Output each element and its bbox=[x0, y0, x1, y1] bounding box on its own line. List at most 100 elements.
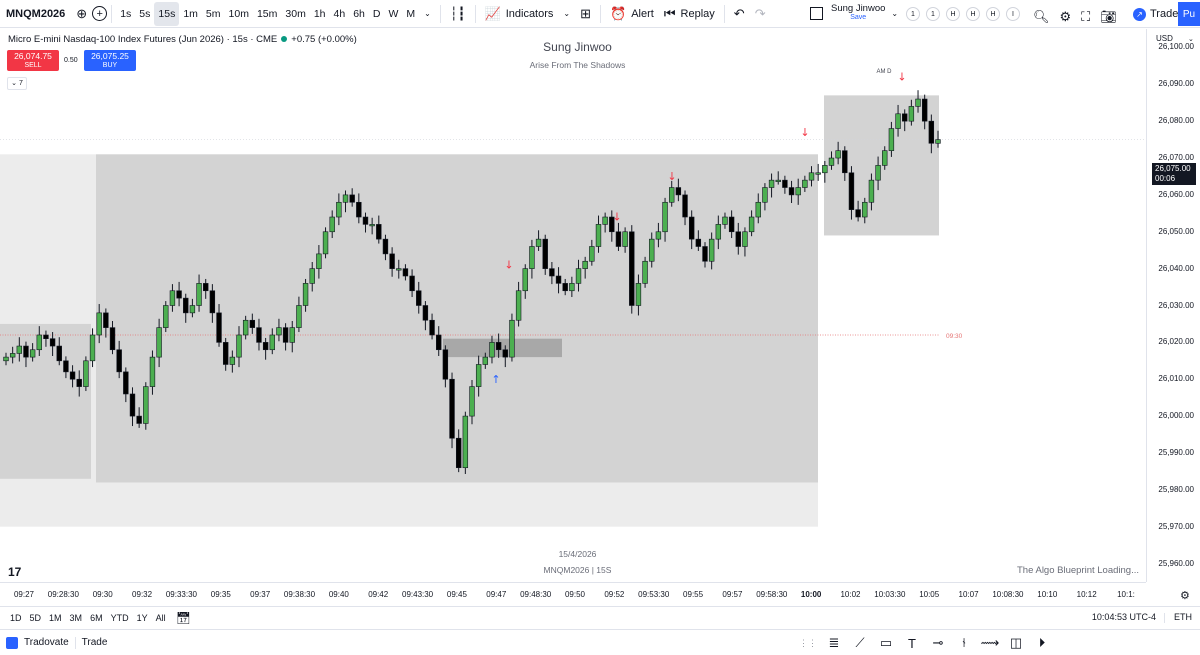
symbol-search-button[interactable]: MNQM2026 bbox=[0, 2, 71, 26]
range-button[interactable]: 3M bbox=[66, 613, 87, 623]
candle-body bbox=[542, 238, 548, 269]
horizontal-ray-icon[interactable]: ⊸ bbox=[925, 635, 951, 651]
add-symbol-icon[interactable]: + bbox=[92, 6, 108, 21]
chevron-down-icon[interactable]: ⌄ bbox=[419, 2, 436, 26]
candle-body bbox=[748, 216, 755, 233]
sell-button[interactable]: 26,074.75 SELL bbox=[7, 50, 59, 71]
candle-body bbox=[802, 179, 808, 188]
timeframe-button[interactable]: 10m bbox=[225, 2, 253, 26]
quick-action-button[interactable]: 1 bbox=[926, 7, 940, 21]
quick-action-button[interactable]: H bbox=[966, 7, 980, 21]
right-tools: 🔍︎ ⚙ ⛶ 📷︎ bbox=[1028, 5, 1122, 29]
range-button[interactable]: All bbox=[152, 613, 170, 623]
trade-button[interactable]: ↗ Trade bbox=[1128, 2, 1183, 26]
timeframe-button[interactable]: 30m bbox=[281, 2, 309, 26]
price-axis[interactable]: 26,100.00 26,090.00 26,080.00 26,070.00 26,0… bbox=[1146, 29, 1200, 582]
publish-button[interactable]: Pu bbox=[1178, 2, 1200, 26]
layout-checkbox[interactable] bbox=[810, 6, 823, 20]
timeframe-button[interactable]: W bbox=[384, 2, 402, 26]
candle-body bbox=[895, 113, 901, 129]
redo-icon[interactable]: ↷ bbox=[750, 2, 771, 26]
candle-body bbox=[309, 268, 315, 284]
candle-body bbox=[416, 290, 422, 306]
top-toolbar: MNQM2026 ⊕ + 1s 5s 15s 1m 5m 10m 15m 30m 1h 4h 6h D… bbox=[0, 0, 1200, 28]
settings-gear-icon[interactable]: ⚙ bbox=[1055, 5, 1077, 29]
timeframe-button[interactable]: 5s bbox=[135, 2, 154, 26]
candles-chart-type-icon[interactable]: ┆┇ bbox=[445, 2, 471, 26]
range-button[interactable]: 1M bbox=[45, 613, 66, 623]
time-tick-label: 10:02 bbox=[840, 590, 861, 599]
timeframe-button[interactable]: 5m bbox=[202, 2, 225, 26]
buy-button[interactable]: 26,075.25 BUY bbox=[84, 50, 136, 71]
chevron-down-icon[interactable]: ⌄ bbox=[558, 2, 575, 26]
timeframe-button[interactable]: 1m bbox=[179, 2, 202, 26]
quick-action-button[interactable]: 1 bbox=[906, 7, 920, 21]
drag-handle-icon[interactable]: ⋮⋮ bbox=[795, 638, 821, 649]
chevron-down-icon[interactable]: ⌄ bbox=[891, 9, 898, 18]
quick-action-button[interactable]: H bbox=[946, 7, 960, 21]
currency-selector[interactable]: USD bbox=[1156, 34, 1173, 43]
watermark-date: 15/4/2026 bbox=[558, 549, 597, 559]
range-button[interactable]: 6M bbox=[86, 613, 107, 623]
rectangle-tool-icon[interactable]: ◫ bbox=[1003, 635, 1029, 651]
broker-tab[interactable]: Tradovate bbox=[18, 637, 75, 648]
quick-action-button[interactable]: H bbox=[986, 7, 1000, 21]
indicator-collapse-button[interactable]: ⌄ 7 bbox=[7, 77, 27, 90]
compare-icon[interactable]: ⊕ bbox=[71, 2, 92, 26]
trade-label: Trade bbox=[1150, 8, 1179, 20]
fib-retracement-icon[interactable]: ≣ bbox=[821, 635, 847, 651]
amd-box bbox=[824, 95, 939, 236]
magnifier-icon[interactable]: 🔍︎ bbox=[1028, 5, 1055, 29]
timeframe-button[interactable]: 4h bbox=[330, 2, 350, 26]
candle-body bbox=[675, 187, 682, 196]
camera-snapshot-icon[interactable]: 📷︎ bbox=[1095, 5, 1122, 29]
range-button[interactable]: 1D bbox=[6, 613, 26, 623]
timeframe-button[interactable]: 15m bbox=[253, 2, 281, 26]
trade-tab[interactable]: Trade bbox=[76, 637, 114, 648]
timeframe-button[interactable]: M bbox=[402, 2, 419, 26]
layout-name-button[interactable]: Sung Jinwoo Save bbox=[831, 4, 885, 22]
chevron-down-icon[interactable]: ⌄ bbox=[1188, 35, 1194, 43]
timeframe-button[interactable]: 15s bbox=[154, 1, 180, 26]
indicators-button[interactable]: 📈 Indicators bbox=[480, 2, 559, 26]
timeframe-button[interactable]: 6h bbox=[349, 2, 369, 26]
replay-button[interactable]: ⏮ Replay bbox=[659, 2, 720, 26]
candle-body bbox=[795, 187, 801, 196]
timeframe-button[interactable]: D bbox=[369, 2, 385, 26]
clock-time[interactable]: 10:04:53 UTC-4 bbox=[1092, 612, 1156, 622]
candle-body bbox=[695, 238, 702, 247]
timeframe-button[interactable]: 1s bbox=[116, 2, 135, 26]
candle-body bbox=[23, 345, 29, 358]
candle-body bbox=[156, 327, 162, 358]
range-button[interactable]: 1Y bbox=[133, 613, 152, 623]
alert-button[interactable]: ⏰ Alert bbox=[605, 2, 659, 26]
quick-action-button[interactable]: I bbox=[1006, 7, 1020, 21]
text-tool-icon[interactable]: T bbox=[899, 636, 925, 651]
time-tick-label: 09:47 bbox=[486, 590, 507, 599]
candle-body bbox=[123, 371, 129, 395]
trend-line-icon[interactable]: ⟋ bbox=[847, 635, 873, 651]
callout-icon[interactable]: ▭ bbox=[873, 635, 899, 651]
candle-body bbox=[509, 319, 515, 358]
candle-body bbox=[529, 246, 535, 269]
range-button[interactable]: 5D bbox=[26, 613, 46, 623]
session-button[interactable]: ETH bbox=[1174, 612, 1192, 622]
time-axis[interactable]: 09:27 09:28:30 09:30 09:32 09:33:30 09:35 09:3… bbox=[0, 582, 1146, 606]
path-tool-icon[interactable]: ⟿ bbox=[977, 635, 1003, 651]
candle-body bbox=[642, 260, 648, 284]
templates-icon[interactable]: ⊞ bbox=[575, 2, 596, 26]
undo-icon[interactable]: ↶ bbox=[729, 2, 750, 26]
candle-body bbox=[322, 231, 329, 255]
range-button[interactable]: YTD bbox=[107, 613, 133, 623]
tradingview-logo-icon[interactable]: 17 bbox=[8, 565, 21, 579]
vertical-line-icon[interactable]: ⫮ bbox=[951, 635, 977, 651]
price-chart[interactable]: 09:30 ↓ ↓ ↓ ↓ ↓ ↑ AM D bbox=[0, 29, 1146, 582]
timeframe-button[interactable]: 1h bbox=[310, 2, 330, 26]
candle-body bbox=[3, 356, 9, 362]
fullscreen-icon[interactable]: ⛶ bbox=[1076, 5, 1095, 29]
replay-play-icon[interactable]: ⏵ bbox=[1029, 635, 1055, 651]
candle-body bbox=[475, 364, 482, 387]
calendar-goto-icon[interactable]: 📅︎ bbox=[176, 611, 191, 625]
candle-body bbox=[203, 283, 209, 292]
axis-settings-gear-icon[interactable]: ⚙ bbox=[1180, 589, 1190, 602]
